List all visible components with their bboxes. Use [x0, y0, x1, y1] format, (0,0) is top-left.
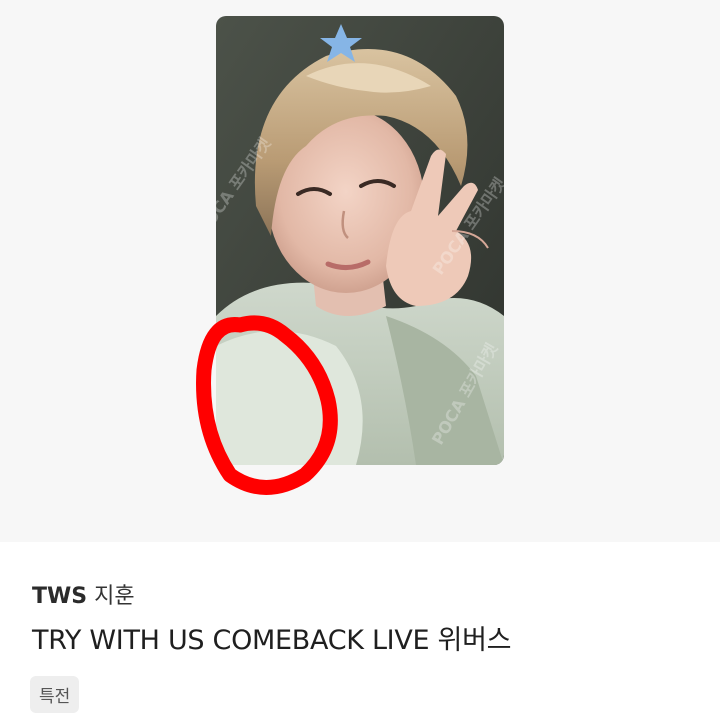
artist-line: TWS 지훈	[32, 578, 135, 610]
member-name: 지훈	[94, 584, 135, 609]
category-tag[interactable]: 특전	[30, 676, 80, 713]
product-image-area[interactable]: POCA 포카마켓 POCA 포카마켓 POCA 포카마켓	[0, 0, 720, 542]
group-name[interactable]: TWS	[32, 584, 87, 609]
product-info: TWS 지훈 TRY WITH US COMEBACK LIVE 위버스 특전	[0, 542, 720, 720]
photocard-image[interactable]: POCA 포카마켓 POCA 포카마켓 POCA 포카마켓	[216, 16, 504, 465]
product-title: TRY WITH US COMEBACK LIVE 위버스	[32, 625, 512, 656]
listing-page: POCA 포카마켓 POCA 포카마켓 POCA 포카마켓 TWS 지훈 TRY…	[0, 0, 720, 720]
